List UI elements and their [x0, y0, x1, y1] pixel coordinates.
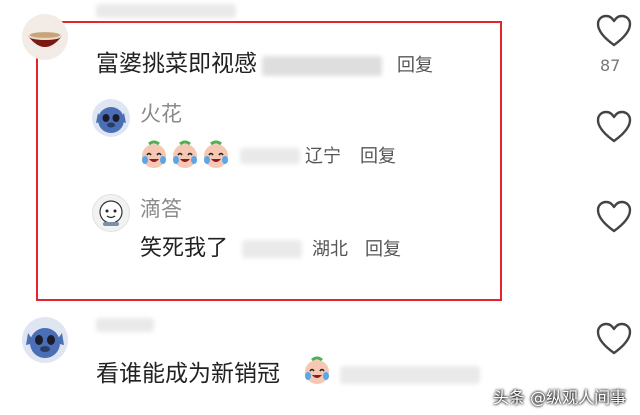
- reply-2-timestamp-blurred: [242, 240, 302, 258]
- reply-1-reply-button[interactable]: 回复: [360, 148, 396, 166]
- comment-2-text: 看谁能成为新销冠: [96, 361, 280, 387]
- heart-outline-icon: [596, 110, 632, 143]
- comment-text: 富婆挑菜即视感: [96, 51, 257, 77]
- comment-2-username-blurred: [96, 318, 154, 332]
- avatar-reply-2[interactable]: [92, 194, 130, 232]
- crying-laugh-emoji: [305, 356, 329, 384]
- username-blurred: [96, 4, 236, 18]
- reply-2-username[interactable]: 滴答: [140, 199, 182, 220]
- reply-1-timestamp-blurred: [240, 148, 300, 164]
- crying-laugh-emoji: [142, 140, 228, 168]
- reply-2-text: 笑死我了: [140, 236, 229, 261]
- like-button-3[interactable]: [594, 200, 634, 234]
- heart-outline-icon: [596, 322, 632, 355]
- bowl-avatar: [28, 32, 62, 47]
- comment-2-meta-blurred: [340, 366, 480, 384]
- like-button-4[interactable]: [594, 322, 634, 356]
- reply-1-username[interactable]: 火花: [140, 104, 182, 125]
- avatar-bowl[interactable]: [22, 14, 68, 60]
- heart-outline-icon: [596, 14, 632, 47]
- stitch-avatar: [96, 107, 126, 133]
- like-count: 87: [600, 56, 621, 75]
- watermark: 头条 @纵观人间事: [493, 388, 627, 407]
- timestamp-blurred: [262, 56, 382, 76]
- heart-outline-icon: [596, 200, 632, 233]
- reply-2-reply-button[interactable]: 回复: [365, 241, 401, 259]
- cartoon-avatar: [99, 200, 123, 226]
- reply-button[interactable]: 回复: [397, 57, 433, 75]
- avatar-reply-1[interactable]: [92, 99, 130, 137]
- like-button-2[interactable]: [594, 110, 634, 144]
- like-button[interactable]: [594, 14, 634, 48]
- comment-2-emoji: [302, 356, 332, 386]
- stitch-avatar: [26, 328, 64, 358]
- reply-1-emojis: [140, 140, 232, 170]
- avatar-comment-2[interactable]: [22, 317, 68, 363]
- reply-2-location: 湖北: [312, 239, 348, 260]
- reply-1-location: 辽宁: [305, 146, 341, 167]
